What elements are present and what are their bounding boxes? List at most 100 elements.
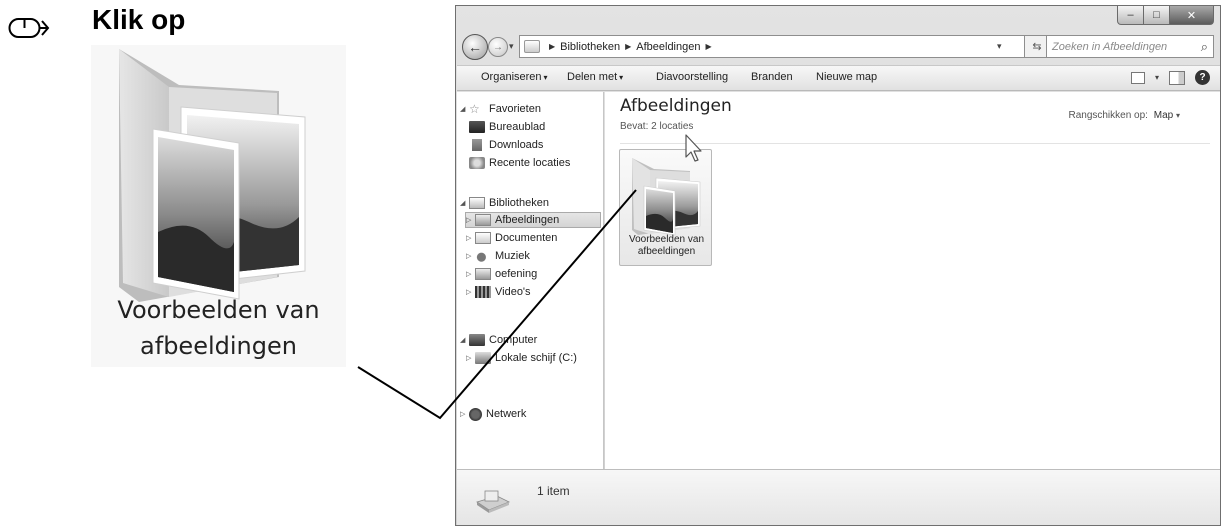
nav-downloads[interactable]: Downloads [469, 137, 543, 153]
chevron-down-icon[interactable]: ▾ [1155, 73, 1159, 82]
close-button[interactable]: ✕ [1170, 6, 1214, 25]
nav-label: Netwerk [486, 408, 527, 420]
breadcrumb-pictures[interactable]: Afbeeldingen [636, 41, 700, 53]
network-icon [469, 407, 482, 421]
collapsed-triangle-icon[interactable]: ▷ [466, 234, 475, 242]
address-row: ← → ▾ ▶ Bibliotheken ▶ Afbeeldingen ▶ ▾ … [462, 34, 1214, 60]
nav-recent[interactable]: Recente locaties [469, 155, 570, 171]
organize-button[interactable]: Organiseren ▾ [481, 71, 548, 83]
collapsed-triangle-icon[interactable]: ▷ [466, 252, 475, 260]
forward-button[interactable]: → [488, 37, 508, 57]
nav-documents[interactable]: ▷ Documenten [466, 230, 557, 246]
breadcrumb-separator-icon[interactable]: ▶ [549, 42, 555, 51]
computer-icon [469, 334, 485, 346]
nav-computer[interactable]: ◢ Computer [460, 332, 537, 348]
zoomed-folder-preview: Voorbeelden van afbeeldingen [91, 45, 346, 367]
recent-pages-dropdown[interactable]: ▾ [509, 41, 514, 52]
search-input[interactable]: Zoeken in Afbeeldingen ⌕ [1046, 35, 1214, 58]
folder-item[interactable]: Voorbeelden van afbeeldingen [619, 149, 712, 266]
desktop-icon [469, 121, 485, 133]
preview-pane-icon[interactable] [1169, 70, 1185, 85]
nav-local-disk[interactable]: ▷ Lokale schijf (C:) [466, 350, 577, 366]
minimize-button[interactable]: – [1117, 6, 1144, 25]
expand-triangle-icon[interactable]: ◢ [460, 336, 469, 344]
collapsed-triangle-icon[interactable]: ▷ [460, 410, 469, 418]
back-arrow-icon: ← [468, 39, 482, 55]
address-bar[interactable]: ▶ Bibliotheken ▶ Afbeeldingen ▶ [519, 35, 1025, 58]
change-view-icon[interactable] [1130, 71, 1145, 84]
library-icon [524, 40, 540, 53]
share-label: Delen met [567, 71, 618, 83]
folder-caption-line2: afbeeldingen [637, 246, 696, 257]
nav-label: Downloads [489, 139, 544, 151]
nav-label: Bibliotheken [489, 197, 549, 209]
search-icon[interactable]: ⌕ [1201, 39, 1208, 55]
zoomed-folder-caption: Voorbeelden van afbeeldingen [91, 292, 346, 364]
nav-label: oefening [495, 268, 538, 280]
folder-item-caption: Voorbeelden van afbeeldingen [620, 234, 713, 258]
nav-music[interactable]: ▷ Muziek [466, 248, 530, 264]
expand-triangle-icon[interactable]: ◢ [460, 105, 469, 113]
folder-with-pictures-icon [632, 158, 701, 236]
breadcrumb-separator-icon[interactable]: ▶ [705, 42, 711, 51]
arrange-dropdown[interactable]: Map [1154, 110, 1173, 121]
library-icon [475, 268, 491, 280]
nav-libraries[interactable]: ◢ Bibliotheken [460, 195, 549, 211]
forward-arrow-icon: → [493, 41, 503, 53]
nav-videos[interactable]: ▷ Video's [466, 284, 531, 300]
nav-label: Favorieten [489, 103, 541, 115]
nav-desktop[interactable]: Bureaublad [469, 119, 545, 135]
explorer-window: – □ ✕ ← → ▾ ▶ Bibliotheken ▶ Afbeeldinge… [455, 5, 1221, 526]
arrange-by: Rangschikken op: Map ▾ [1068, 110, 1180, 121]
documents-library-icon [475, 232, 491, 244]
expand-triangle-icon[interactable]: ◢ [460, 199, 469, 207]
star-icon: ☆ [469, 102, 480, 116]
minimize-icon: – [1127, 9, 1134, 21]
help-icon[interactable]: ? [1195, 70, 1210, 85]
library-title: Afbeeldingen [620, 96, 732, 116]
address-dropdown[interactable]: ▾ [997, 35, 1002, 58]
window-controls: – □ ✕ [1117, 6, 1214, 25]
chevron-down-icon: ▾ [619, 73, 624, 82]
content-pane: Afbeeldingen Bevat: 2 locaties Rangschik… [605, 92, 1220, 469]
instruction-label: Klik op [92, 4, 186, 35]
breadcrumb-separator-icon[interactable]: ▶ [625, 42, 631, 51]
nav-exercise[interactable]: ▷ oefening [466, 266, 537, 282]
burn-label: Branden [751, 71, 793, 83]
back-button[interactable]: ← [462, 34, 488, 60]
new-folder-label: Nieuwe map [816, 71, 878, 83]
maximize-button[interactable]: □ [1144, 6, 1170, 25]
collapsed-triangle-icon[interactable]: ▷ [466, 270, 475, 278]
navigation-pane: ◢ ☆ Favorieten Bureaublad Downloads Recent… [457, 92, 604, 469]
collapsed-triangle-icon[interactable]: ▷ [466, 216, 475, 224]
nav-label: Computer [489, 334, 538, 346]
downloads-icon [472, 139, 482, 151]
libraries-icon [469, 197, 485, 209]
new-folder-button[interactable]: Nieuwe map [816, 71, 877, 83]
nav-favorites[interactable]: ◢ ☆ Favorieten [460, 101, 541, 117]
slideshow-button[interactable]: Diavoorstelling [656, 71, 728, 83]
folder-caption-line1: Voorbeelden van [628, 234, 705, 245]
nav-label: Video's [495, 286, 531, 298]
zoomed-caption-line1: Voorbeelden van [117, 296, 320, 324]
breadcrumb-libraries[interactable]: Bibliotheken [560, 41, 620, 53]
chevron-down-icon[interactable]: ▾ [1176, 111, 1180, 120]
music-library-icon [475, 250, 491, 262]
collapsed-triangle-icon[interactable]: ▷ [466, 354, 475, 362]
hard-disk-icon [475, 352, 491, 364]
burn-button[interactable]: Branden [751, 71, 793, 83]
instruction-row [8, 8, 50, 48]
nav-network[interactable]: ▷ Netwerk [460, 406, 526, 422]
library-subtitle[interactable]: Bevat: 2 locaties [620, 121, 693, 132]
maximize-icon: □ [1153, 9, 1160, 21]
share-button[interactable]: Delen met ▾ [567, 71, 623, 83]
zoomed-caption-line2: afbeeldingen [140, 332, 297, 360]
command-bar: Organiseren ▾ Delen met ▾ Diavoorstelling … [457, 65, 1220, 91]
library-icon [476, 490, 510, 513]
refresh-icon: ⇆ [1032, 41, 1042, 53]
view-controls: ▾ ? [1130, 70, 1210, 85]
mouse-pointer-icon [685, 134, 702, 162]
collapsed-triangle-icon[interactable]: ▷ [466, 288, 475, 296]
nav-label: Afbeeldingen [495, 214, 560, 226]
nav-pictures[interactable]: ▷ Afbeeldingen [465, 212, 601, 228]
